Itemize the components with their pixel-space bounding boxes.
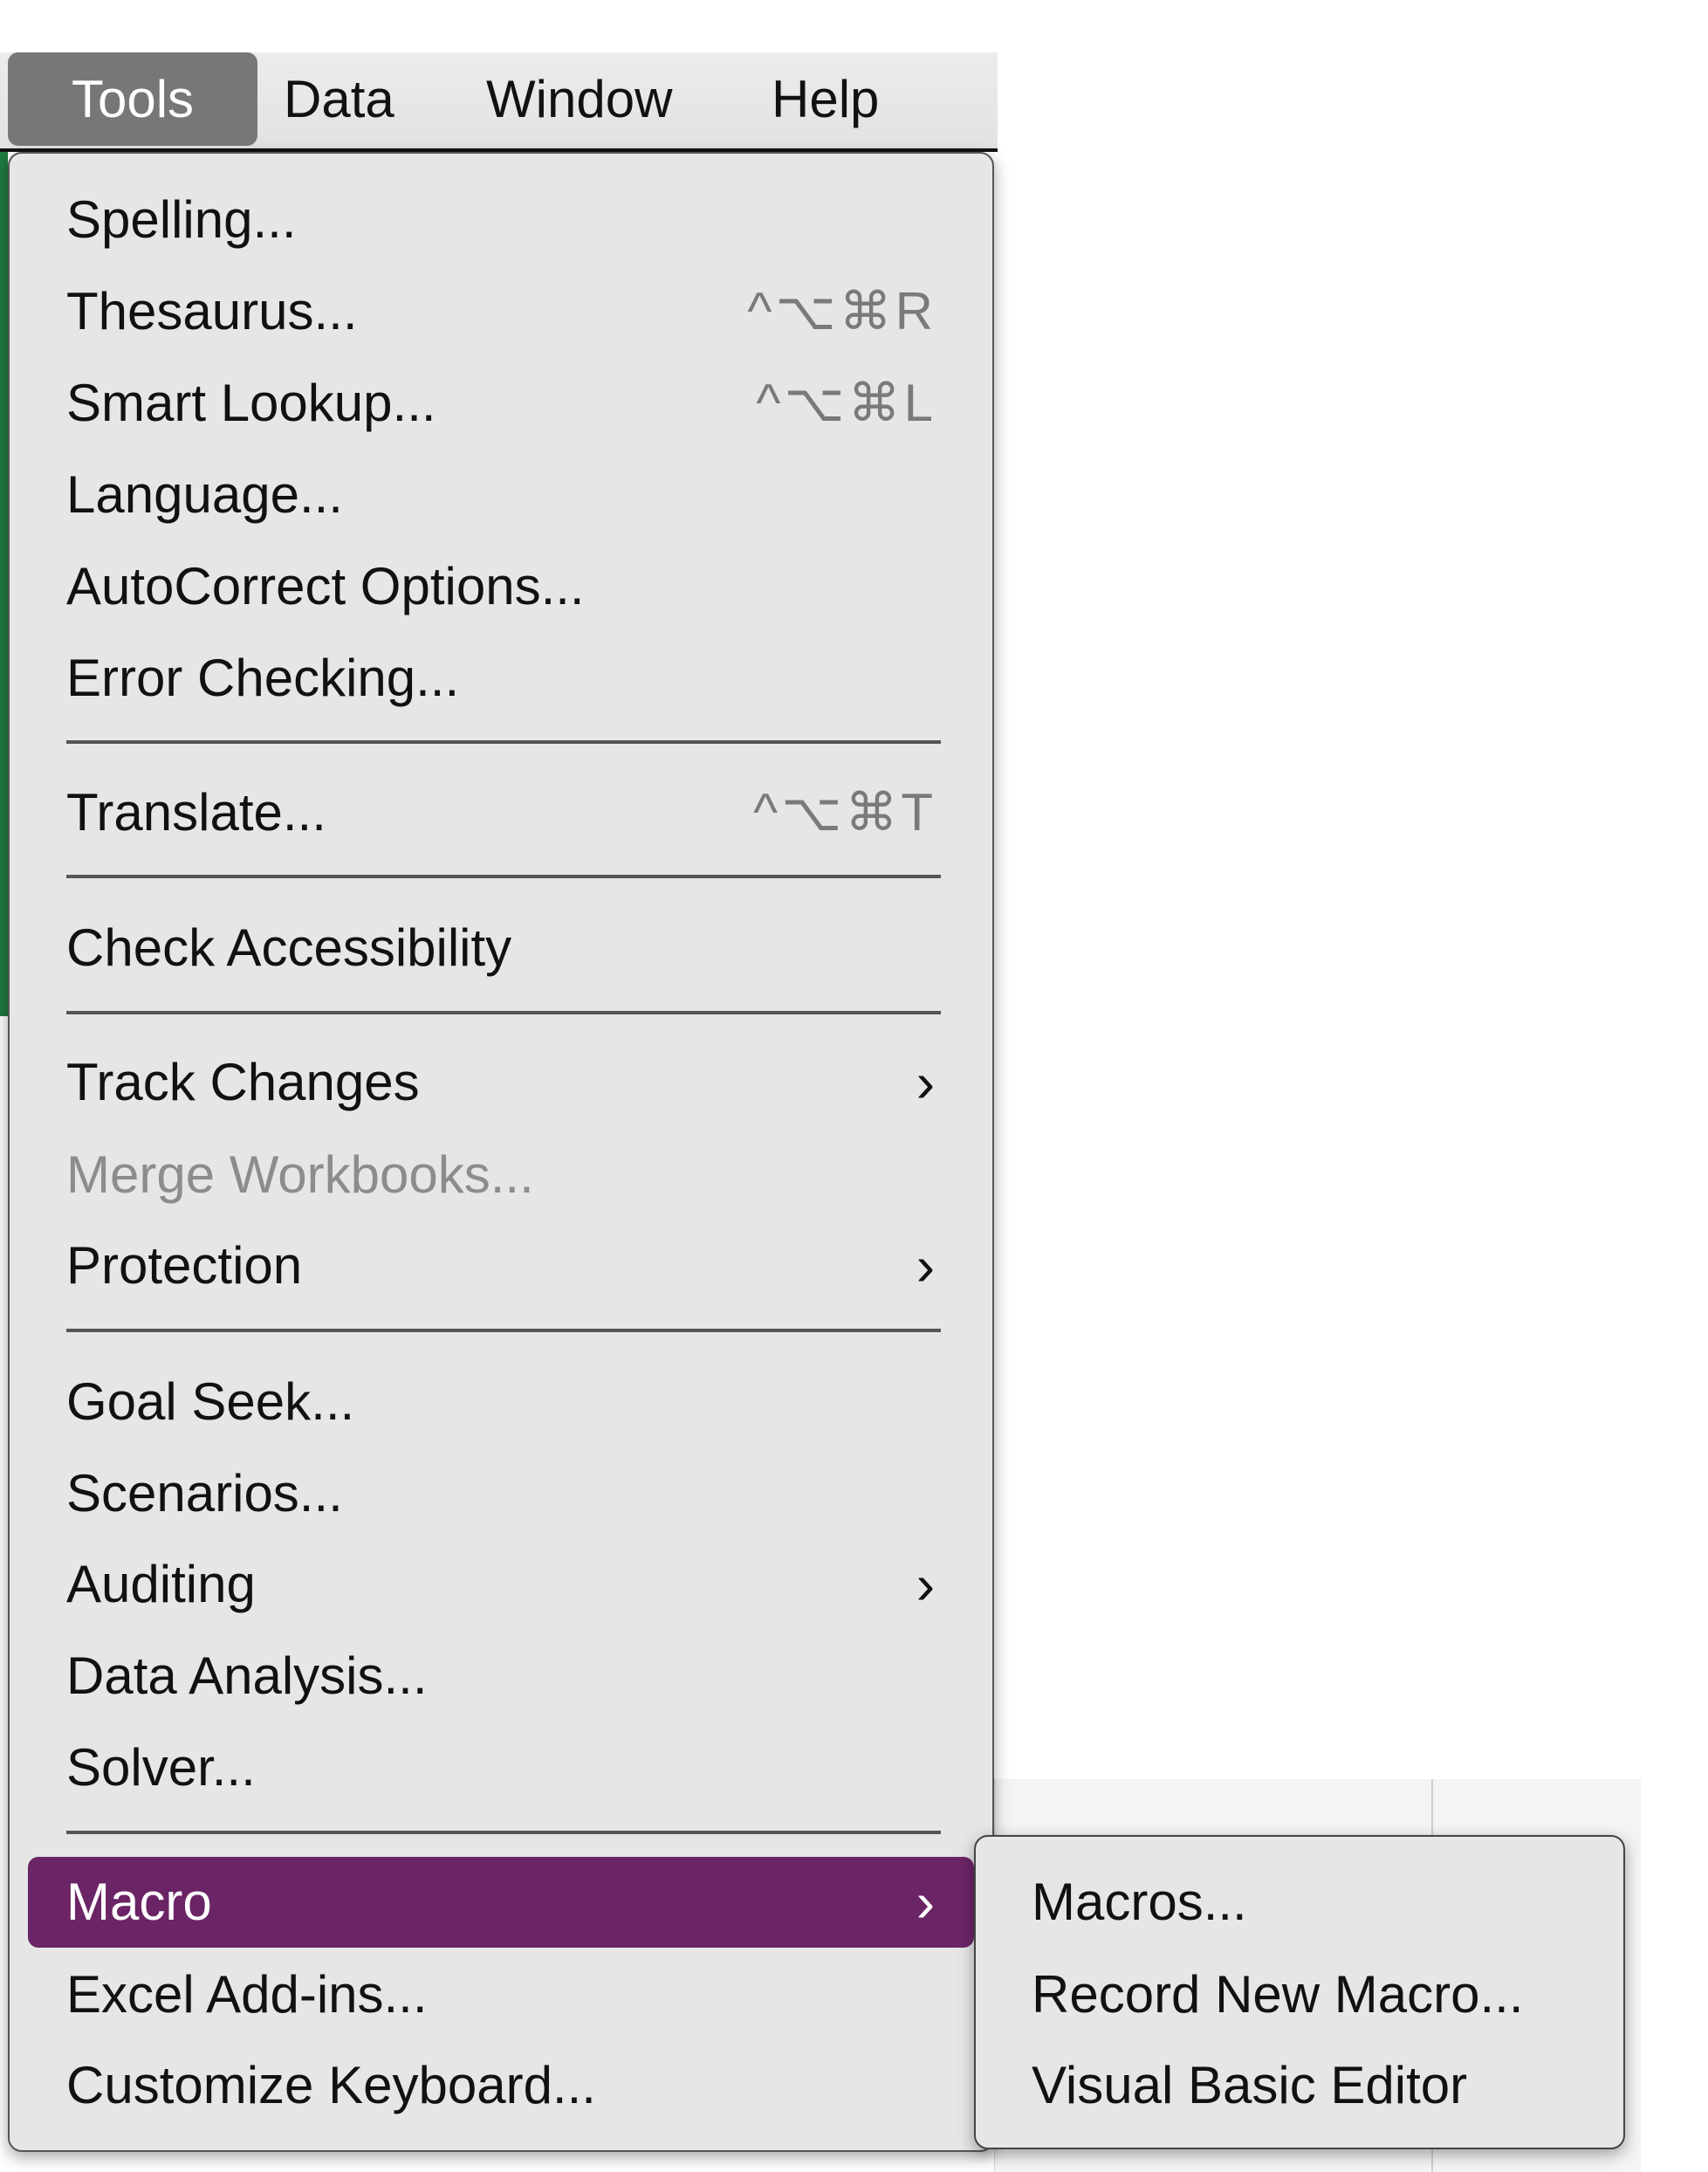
menu-item-excel-add-ins[interactable]: Excel Add-ins... xyxy=(10,1949,992,2040)
menu-item-label: Language... xyxy=(66,465,343,524)
menu-bar: Tools Data Window Help xyxy=(0,52,998,152)
submenu-item-macros[interactable]: Macros... xyxy=(1032,1857,1247,1948)
menu-item-check-accessibility[interactable]: Check Accessibility xyxy=(10,903,992,993)
menu-separator xyxy=(66,1831,941,1834)
menubar-help[interactable]: Help xyxy=(772,52,879,146)
menu-item-label: Solver... xyxy=(66,1738,256,1797)
menu-item-data-analysis[interactable]: Data Analysis... xyxy=(10,1631,992,1722)
menu-separator xyxy=(66,1011,941,1014)
menu-item-label: Check Accessibility xyxy=(66,918,512,977)
menu-item-scenarios[interactable]: Scenarios... xyxy=(10,1448,992,1539)
menu-item-spelling[interactable]: Spelling... xyxy=(10,175,992,265)
menu-item-goal-seek[interactable]: Goal Seek... xyxy=(10,1357,992,1447)
menu-item-language[interactable]: Language... xyxy=(10,450,992,540)
spreadsheet-edge xyxy=(0,152,8,1016)
menubar-window[interactable]: Window xyxy=(486,52,672,146)
menu-separator xyxy=(66,1329,941,1332)
menu-separator xyxy=(66,875,941,878)
menu-item-label: Macro xyxy=(66,1873,212,1931)
chevron-right-icon: › xyxy=(916,1234,935,1297)
menu-item-label: Excel Add-ins... xyxy=(66,1965,428,2024)
menu-item-merge-workbooks: Merge Workbooks... xyxy=(10,1130,992,1220)
shortcut-label: ^⌥⌘L xyxy=(756,374,936,432)
macro-submenu: Macros... Record New Macro... Visual Basic… xyxy=(974,1835,1625,2149)
menu-item-macro[interactable]: Macro › xyxy=(28,1857,974,1948)
menubar-tools[interactable]: Tools xyxy=(8,52,257,146)
chevron-right-icon: › xyxy=(916,1051,935,1114)
menu-item-auditing[interactable]: Auditing › xyxy=(10,1539,992,1630)
chevron-right-icon: › xyxy=(916,1871,935,1934)
shortcut-label: ^⌥⌘T xyxy=(753,783,936,842)
tools-menu: Spelling... Thesaurus... ^⌥⌘R Smart Lookup.… xyxy=(8,152,994,2152)
menu-item-label: Protection xyxy=(66,1236,303,1295)
submenu-item-visual-basic-editor[interactable]: Visual Basic Editor xyxy=(1032,2040,1467,2131)
menu-item-label: Track Changes xyxy=(66,1053,420,1111)
menu-item-smart-lookup[interactable]: Smart Lookup... ^⌥⌘L xyxy=(10,358,992,449)
menu-item-thesaurus[interactable]: Thesaurus... ^⌥⌘R xyxy=(10,266,992,357)
menu-item-label: Merge Workbooks... xyxy=(66,1145,534,1204)
menu-item-label: Auditing xyxy=(66,1555,256,1613)
menubar-data[interactable]: Data xyxy=(284,52,394,146)
menu-item-label: Thesaurus... xyxy=(66,282,358,340)
menu-item-label: AutoCorrect Options... xyxy=(66,557,585,615)
menu-item-label: Customize Keyboard... xyxy=(66,2056,596,2114)
menu-separator xyxy=(66,740,941,744)
menu-item-label: Spelling... xyxy=(66,190,297,249)
menu-item-label: Error Checking... xyxy=(66,649,460,707)
menu-item-label: Goal Seek... xyxy=(66,1372,355,1431)
menu-item-label: Scenarios... xyxy=(66,1464,343,1522)
menu-item-track-changes[interactable]: Track Changes › xyxy=(10,1037,992,1128)
menu-item-protection[interactable]: Protection › xyxy=(10,1220,992,1311)
chevron-right-icon: › xyxy=(916,1553,935,1616)
menu-item-error-checking[interactable]: Error Checking... xyxy=(10,633,992,724)
menu-item-label: Translate... xyxy=(66,783,326,842)
menu-item-label: Smart Lookup... xyxy=(66,374,436,432)
menu-item-autocorrect-options[interactable]: AutoCorrect Options... xyxy=(10,541,992,632)
menu-item-customize-keyboard[interactable]: Customize Keyboard... xyxy=(10,2040,992,2131)
menu-item-label: Data Analysis... xyxy=(66,1646,428,1705)
menu-item-translate[interactable]: Translate... ^⌥⌘T xyxy=(10,767,992,858)
submenu-item-record-new-macro[interactable]: Record New Macro... xyxy=(1032,1949,1524,2040)
menu-item-solver[interactable]: Solver... xyxy=(10,1722,992,1813)
shortcut-label: ^⌥⌘R xyxy=(747,282,936,340)
